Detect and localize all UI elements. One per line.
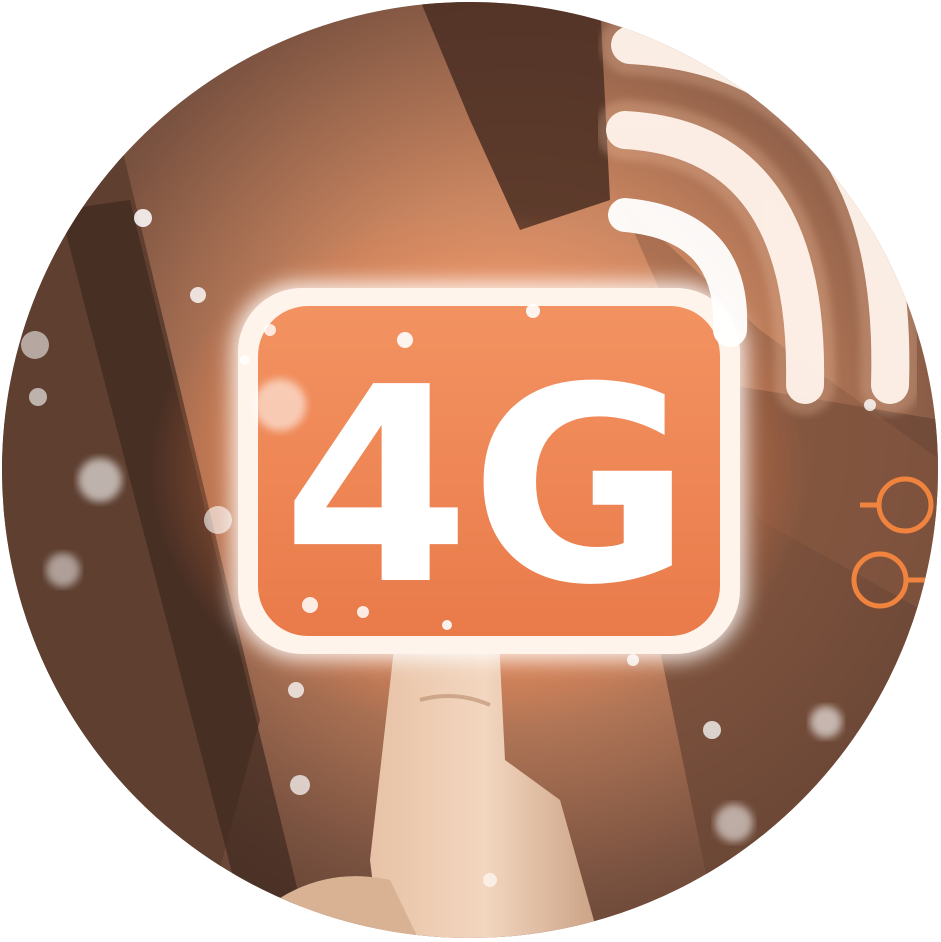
badge-label: 4G bbox=[282, 329, 691, 644]
photo-scene: 4G bbox=[2, 2, 938, 938]
photo-circle: 4G bbox=[2, 2, 938, 938]
